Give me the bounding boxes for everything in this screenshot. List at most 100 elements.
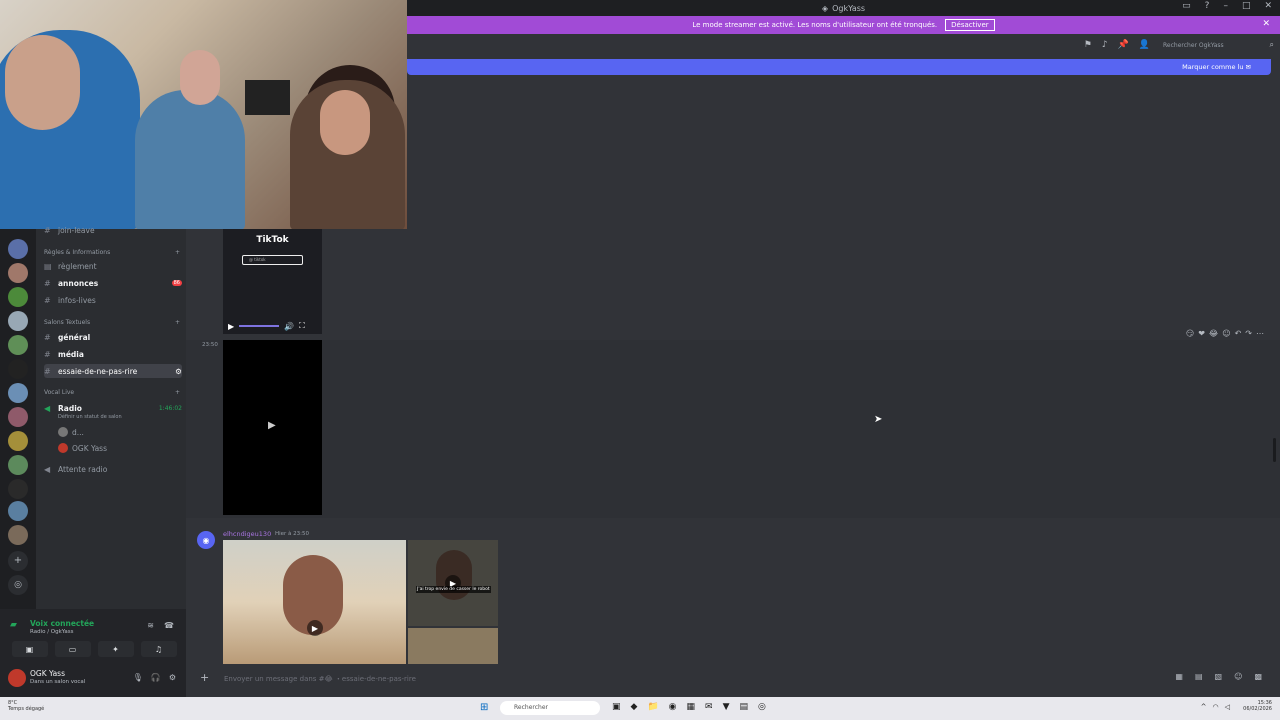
settings-icon[interactable]: ⚙ [175,367,182,376]
headphones-icon[interactable]: 🎧 [151,673,161,682]
mark-read-label[interactable]: Marquer comme lu [1182,63,1243,71]
app-icon[interactable]: ▤ [740,702,749,712]
taskbar-search[interactable]: Rechercher [500,701,600,715]
minimize-icon[interactable]: – [1223,1,1228,11]
disconnect-icon[interactable]: ☎ [164,621,174,630]
play-icon[interactable]: ▶ [228,322,234,331]
voice-channel-attente[interactable]: ◀ Attente radio [44,462,182,476]
video-attachment[interactable]: ▶ J'ai trop envie de casser le robot [408,540,498,626]
close-banner-icon[interactable]: ✕ [1262,19,1270,29]
weather-widget[interactable]: 8°C Temps dégagé [8,700,44,712]
camera-icon[interactable]: ▣ [11,641,48,657]
progress-track[interactable] [239,325,280,327]
message-composer[interactable]: + Envoyer un message dans #😂 ・essaie-de-… [194,669,1272,687]
video-embed[interactable]: ▶ [223,340,322,515]
channel-reglement[interactable]: ▤ règlement [44,259,182,273]
server-icon[interactable] [8,501,28,521]
scrollbar[interactable] [1273,438,1276,462]
mail-icon[interactable]: ✉ [705,702,713,712]
members-icon[interactable]: 👤 [1139,40,1150,50]
server-icon[interactable] [8,359,28,379]
threads-icon[interactable]: ⚑ [1084,40,1092,50]
apps-icon[interactable]: ▩ [1254,672,1262,681]
channel-media[interactable]: # média [44,347,182,361]
channel-join-leave[interactable]: # join-leave [44,223,182,237]
channel-infos-lives[interactable]: # infos-lives [44,293,182,307]
clock[interactable]: 15:36 06/02/2026 [1243,700,1272,712]
volume-icon[interactable]: 🔊 [284,322,294,331]
server-icon[interactable] [8,239,28,259]
message-author[interactable]: elhcndigeu130 [223,530,271,538]
more-icon[interactable]: ⋯ [1256,329,1264,338]
disable-streamer-button[interactable]: Désactiver [945,19,995,31]
voice-status[interactable]: Voix connectée [30,619,94,628]
avatar[interactable]: ◉ [197,531,215,549]
notification-icon[interactable]: ♪ [1102,40,1108,50]
server-icon[interactable] [8,263,28,283]
server-icon[interactable] [8,287,28,307]
category-voice[interactable]: Vocal Live + [44,389,180,396]
server-icon[interactable] [8,383,28,403]
add-reaction-icon[interactable]: ☺ [1222,329,1230,338]
attach-plus-icon[interactable]: + [200,671,209,684]
server-icon[interactable] [8,431,28,451]
laugh-reaction-icon[interactable]: 😂 [1209,329,1218,338]
category-rules[interactable]: Règles & Informations + [44,249,180,256]
microphone-icon[interactable]: 🎙 [133,673,143,682]
search-input[interactable]: Rechercher OgkYass [1160,40,1260,53]
server-icon[interactable] [8,455,28,475]
video-attachment[interactable] [408,628,498,664]
reply-icon[interactable]: ↶ [1235,329,1242,338]
channel-essaie[interactable]: # essaie-de-ne-pas-rire ⚙ [44,364,182,378]
server-icon[interactable] [8,311,28,331]
server-icon[interactable] [8,335,28,355]
copilot-icon[interactable]: ◆ [631,702,638,712]
emoji-reaction-icon[interactable]: 😏 [1186,329,1194,338]
help-icon[interactable]: ? [1205,1,1210,11]
maximize-icon[interactable]: □ [1242,1,1251,11]
chevron-up-icon[interactable]: ^ [1201,703,1207,711]
radio-status[interactable]: Définir un statut de salon [58,414,122,420]
server-icon[interactable] [8,407,28,427]
voice-user[interactable]: d... [58,425,182,439]
fullscreen-icon[interactable]: ⛶ [299,321,305,331]
message-input[interactable]: Envoyer un message dans #😂 ・essaie-de-ne… [224,674,416,684]
wifi-icon[interactable]: ◠ [1213,703,1219,711]
channel-general[interactable]: # général [44,330,182,344]
avatar[interactable] [8,669,26,687]
inbox-icon[interactable]: ▭ [1182,1,1191,11]
video-controls[interactable]: ▶ 🔊 ⛶ [223,319,322,333]
store-icon[interactable]: ▦ [687,702,696,712]
video-attachment[interactable]: ▶ [223,540,406,664]
add-channel-icon[interactable]: + [175,249,180,256]
gear-icon[interactable]: ⚙ [169,673,176,682]
server-icon[interactable] [8,479,28,499]
screen-share-icon[interactable]: ▭ [54,641,91,657]
add-channel-icon[interactable]: + [175,319,180,326]
voice-sub[interactable]: Radio / OgkYass [30,629,74,635]
server-icon[interactable] [8,525,28,545]
volume-icon[interactable]: ◁ [1225,703,1230,711]
channel-annonces[interactable]: # annonces 86 [44,276,182,290]
message-row-hovered[interactable] [186,340,1280,518]
sticker-icon[interactable]: ▧ [1215,672,1223,681]
brave-icon[interactable]: ▼ [723,702,730,712]
discord-icon[interactable]: ◎ [758,702,766,712]
heart-reaction-icon[interactable]: ❤ [1198,329,1205,338]
voice-channel-radio[interactable]: ◀ Radio 1:46:02 [44,401,182,415]
task-view-icon[interactable]: ▣ [612,702,621,712]
forward-icon[interactable]: ↷ [1245,329,1252,338]
activities-icon[interactable]: ✦ [97,641,134,657]
emoji-icon[interactable]: ☺ [1234,672,1242,681]
play-icon[interactable]: ▶ [268,420,276,431]
close-window-icon[interactable]: ✕ [1264,1,1272,11]
search-icon[interactable]: ⌕ [1270,40,1274,50]
category-text[interactable]: Salons Textuels + [44,319,180,326]
voice-user[interactable]: OGK Yass [58,441,182,455]
play-icon[interactable]: ▶ [307,620,323,636]
mark-read-bar[interactable]: Marquer comme lu ✉ [407,59,1271,75]
file-explorer-icon[interactable]: 📁 [647,702,658,712]
add-server-icon[interactable]: + [8,551,28,571]
noise-suppression-icon[interactable]: ≋ [147,621,154,630]
gif-icon[interactable]: ▤ [1195,672,1203,681]
